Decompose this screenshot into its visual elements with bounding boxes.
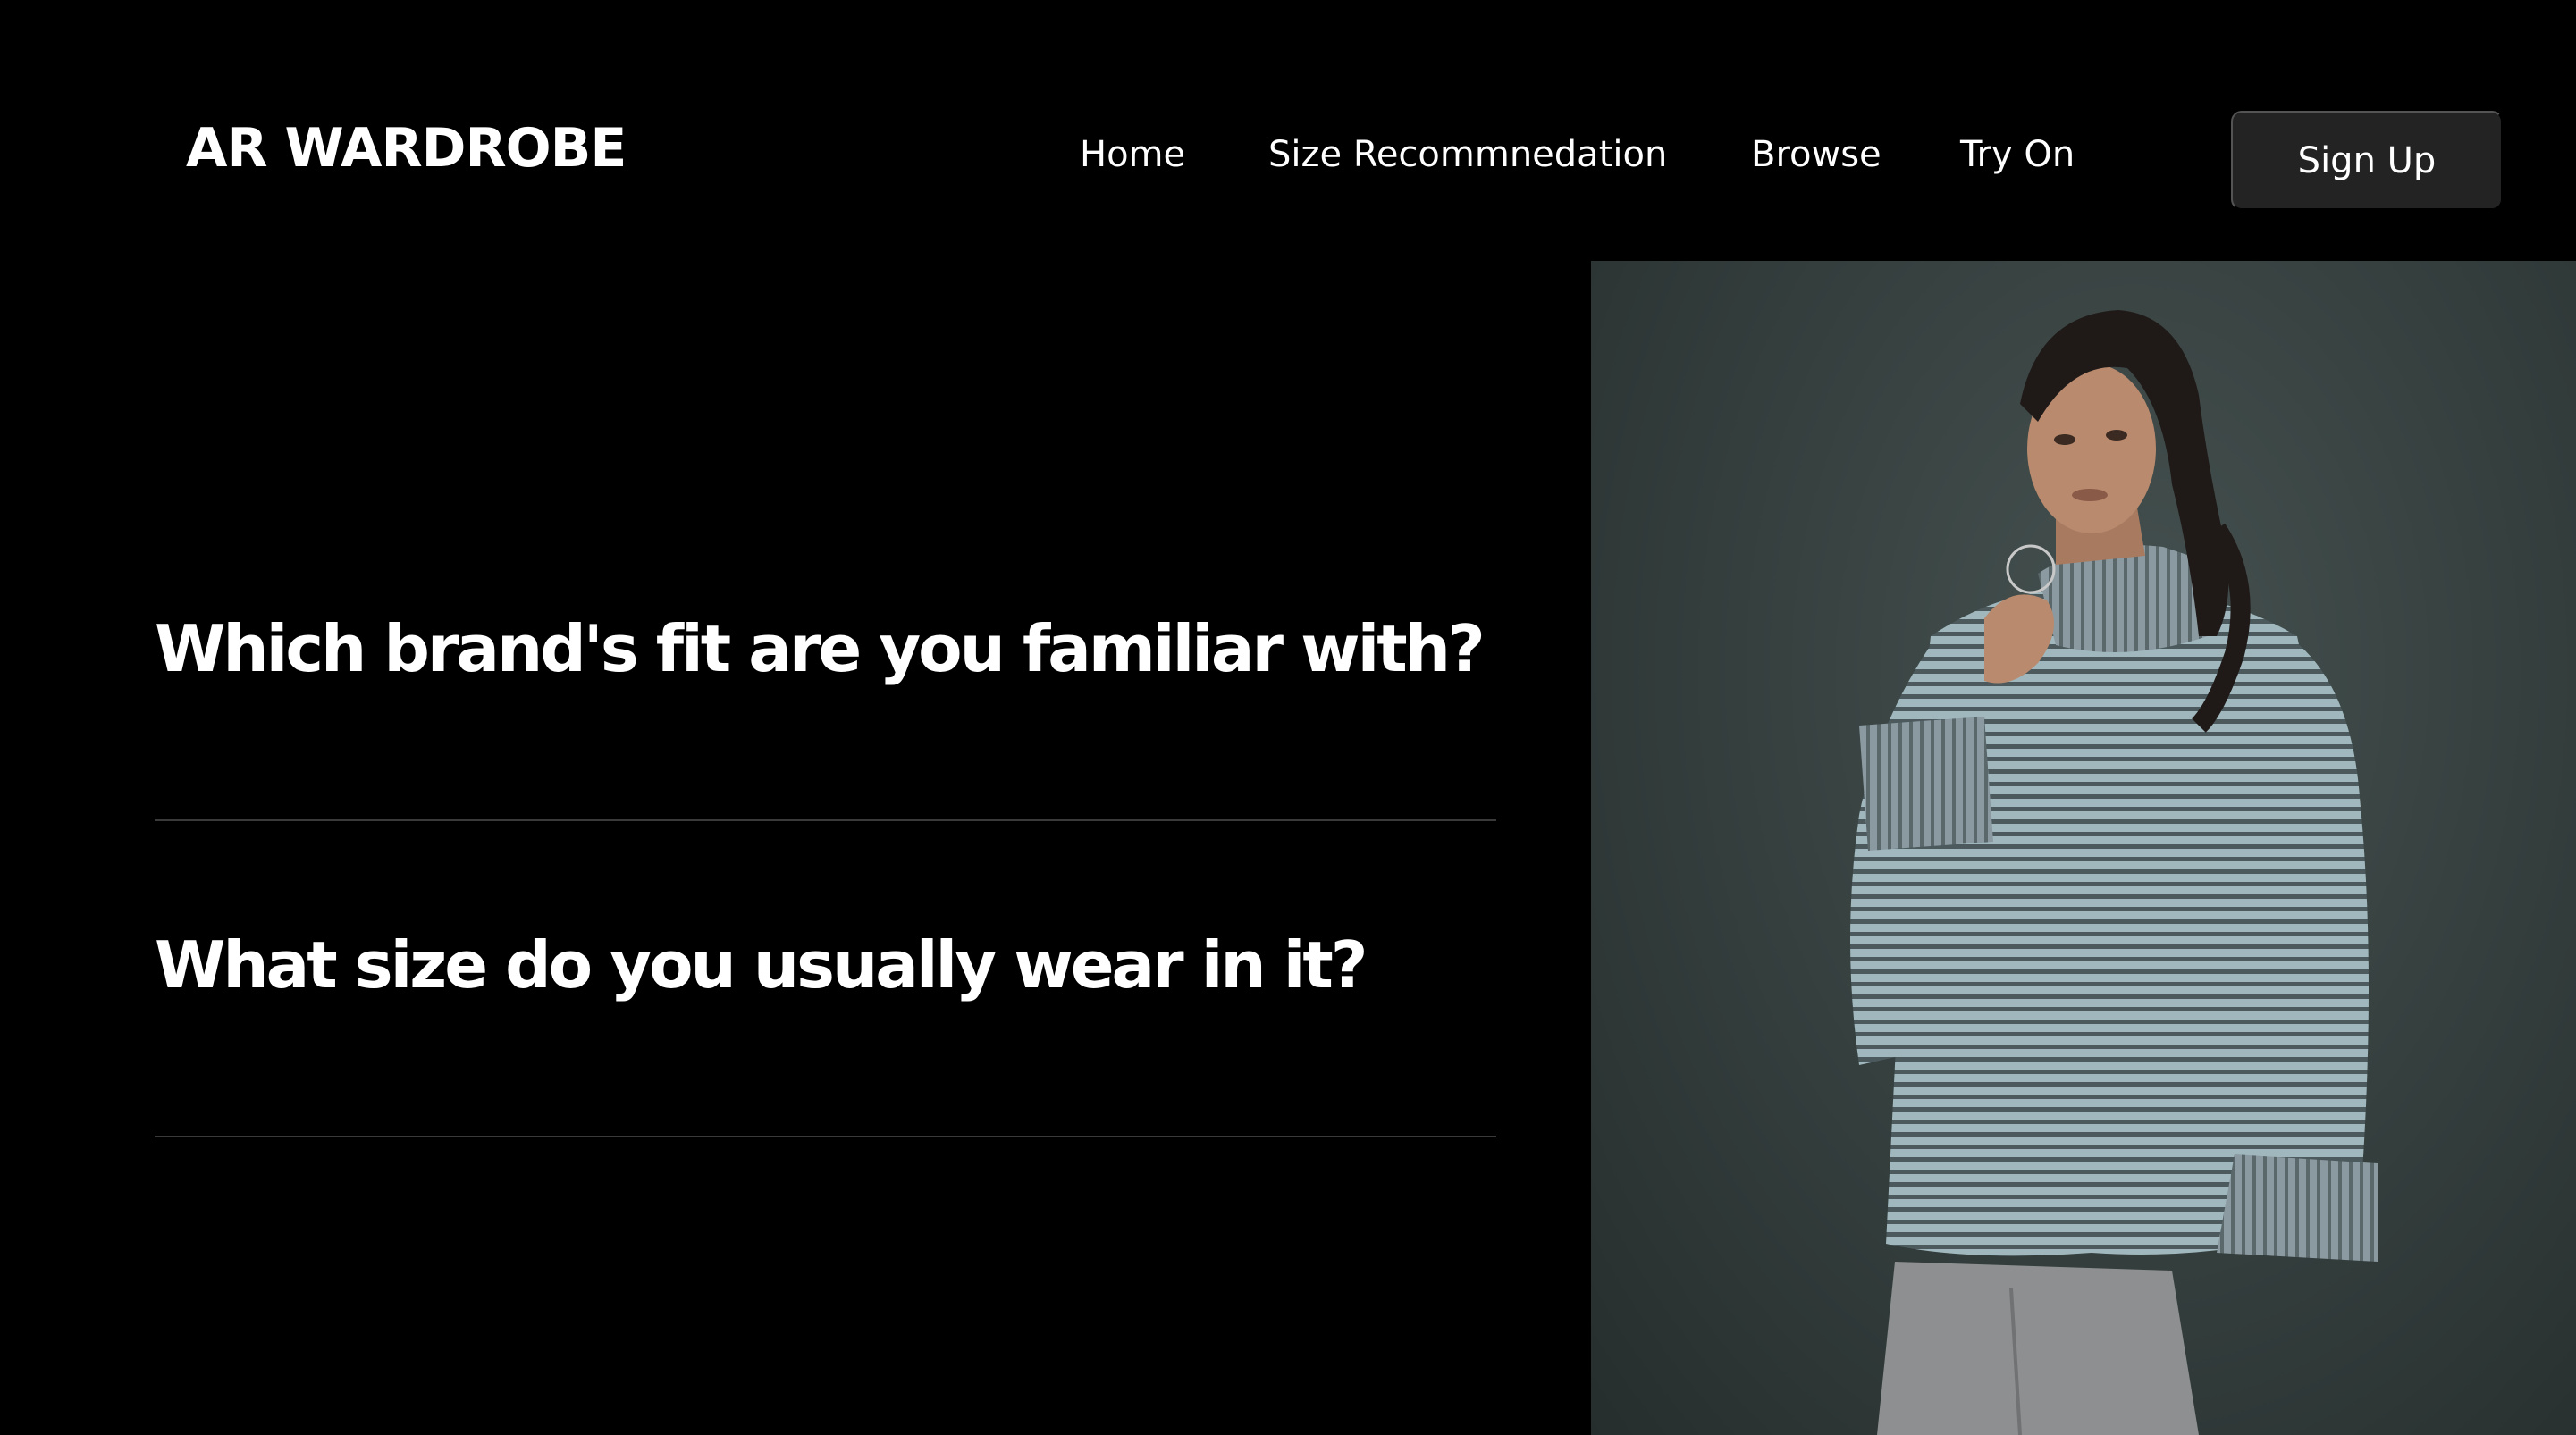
- answer-line-brand[interactable]: [155, 819, 1496, 821]
- question-usual-size: What size do you usually wear in it?: [155, 927, 1368, 1003]
- nav-try-on[interactable]: Try On: [1960, 132, 2075, 177]
- model-illustration: [1850, 310, 2378, 1435]
- sign-up-button[interactable]: Sign Up: [2231, 111, 2503, 210]
- brand-logo[interactable]: AR WARDROBE: [186, 122, 627, 175]
- nav-browse[interactable]: Browse: [1751, 132, 1881, 177]
- hero-model-image: [1591, 261, 2576, 1435]
- nav-size-recommendation[interactable]: Size Recommnedation: [1268, 132, 1667, 177]
- nav-home[interactable]: Home: [1080, 132, 1185, 177]
- question-brand-fit: Which brand's fit are you familiar with?: [155, 611, 1486, 686]
- answer-line-size[interactable]: [155, 1136, 1496, 1137]
